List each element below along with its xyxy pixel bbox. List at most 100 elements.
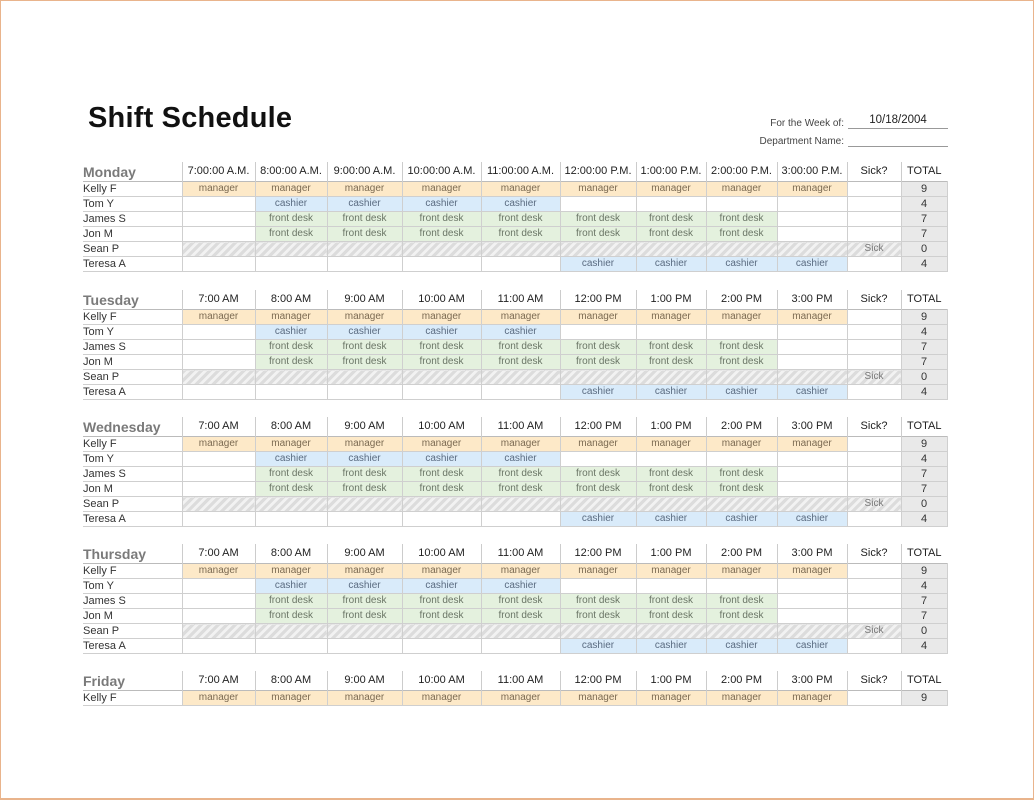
shift-cell[interactable]: [401, 511, 481, 527]
shift-cell[interactable]: manager: [254, 690, 327, 706]
shift-cell[interactable]: [776, 241, 847, 257]
shift-cell[interactable]: front desk: [705, 481, 777, 497]
shift-cell[interactable]: manager: [254, 563, 327, 579]
shift-cell[interactable]: [181, 211, 255, 227]
shift-cell[interactable]: [776, 608, 847, 624]
shift-cell[interactable]: cashier: [705, 256, 777, 272]
shift-cell[interactable]: front desk: [559, 481, 636, 497]
shift-cell[interactable]: manager: [559, 563, 636, 579]
shift-cell[interactable]: front desk: [401, 226, 481, 242]
shift-cell[interactable]: manager: [705, 181, 777, 197]
shift-cell[interactable]: cashier: [326, 578, 402, 594]
shift-cell[interactable]: [635, 623, 706, 639]
shift-cell[interactable]: manager: [480, 181, 560, 197]
shift-cell[interactable]: [254, 638, 327, 654]
shift-cell[interactable]: [559, 369, 636, 385]
shift-cell[interactable]: manager: [635, 181, 706, 197]
shift-cell[interactable]: [776, 369, 847, 385]
sick-cell[interactable]: [846, 481, 901, 497]
shift-cell[interactable]: [181, 241, 255, 257]
shift-cell[interactable]: front desk: [326, 608, 402, 624]
shift-cell[interactable]: cashier: [254, 451, 327, 467]
shift-cell[interactable]: [635, 578, 706, 594]
shift-cell[interactable]: [401, 256, 481, 272]
sick-cell[interactable]: [846, 384, 901, 400]
shift-cell[interactable]: cashier: [776, 256, 847, 272]
shift-cell[interactable]: [776, 481, 847, 497]
shift-cell[interactable]: manager: [559, 690, 636, 706]
shift-cell[interactable]: front desk: [401, 339, 481, 355]
shift-cell[interactable]: front desk: [401, 481, 481, 497]
shift-cell[interactable]: front desk: [326, 226, 402, 242]
shift-cell[interactable]: cashier: [326, 196, 402, 212]
sick-cell[interactable]: Sick: [846, 623, 901, 639]
shift-cell[interactable]: manager: [776, 181, 847, 197]
shift-cell[interactable]: front desk: [559, 608, 636, 624]
shift-cell[interactable]: front desk: [635, 354, 706, 370]
shift-cell[interactable]: front desk: [401, 466, 481, 482]
shift-cell[interactable]: [480, 384, 560, 400]
shift-cell[interactable]: [559, 623, 636, 639]
shift-cell[interactable]: manager: [181, 309, 255, 325]
shift-cell[interactable]: front desk: [635, 211, 706, 227]
shift-cell[interactable]: [181, 354, 255, 370]
shift-cell[interactable]: front desk: [705, 608, 777, 624]
shift-cell[interactable]: manager: [705, 309, 777, 325]
shift-cell[interactable]: cashier: [326, 451, 402, 467]
sick-cell[interactable]: [846, 638, 901, 654]
shift-cell[interactable]: [480, 496, 560, 512]
shift-cell[interactable]: [635, 451, 706, 467]
shift-cell[interactable]: manager: [559, 181, 636, 197]
week-field[interactable]: 10/18/2004: [848, 113, 948, 129]
shift-cell[interactable]: manager: [480, 690, 560, 706]
shift-cell[interactable]: front desk: [635, 593, 706, 609]
shift-cell[interactable]: manager: [401, 309, 481, 325]
shift-cell[interactable]: manager: [181, 563, 255, 579]
shift-cell[interactable]: [480, 241, 560, 257]
shift-cell[interactable]: cashier: [401, 578, 481, 594]
shift-cell[interactable]: [480, 369, 560, 385]
sick-cell[interactable]: [846, 690, 901, 706]
shift-cell[interactable]: manager: [635, 309, 706, 325]
shift-cell[interactable]: cashier: [705, 638, 777, 654]
shift-cell[interactable]: [705, 369, 777, 385]
sick-cell[interactable]: [846, 309, 901, 325]
shift-cell[interactable]: manager: [705, 436, 777, 452]
shift-cell[interactable]: front desk: [635, 608, 706, 624]
shift-cell[interactable]: [326, 256, 402, 272]
shift-cell[interactable]: [181, 496, 255, 512]
shift-cell[interactable]: [559, 496, 636, 512]
shift-cell[interactable]: [181, 623, 255, 639]
sick-cell[interactable]: [846, 256, 901, 272]
shift-cell[interactable]: [705, 324, 777, 340]
sick-cell[interactable]: [846, 226, 901, 242]
shift-cell[interactable]: manager: [480, 309, 560, 325]
shift-cell[interactable]: [326, 511, 402, 527]
shift-cell[interactable]: cashier: [635, 511, 706, 527]
shift-cell[interactable]: [181, 511, 255, 527]
shift-cell[interactable]: manager: [401, 436, 481, 452]
shift-cell[interactable]: cashier: [254, 196, 327, 212]
shift-cell[interactable]: cashier: [401, 451, 481, 467]
shift-cell[interactable]: [705, 241, 777, 257]
shift-cell[interactable]: [776, 593, 847, 609]
shift-cell[interactable]: [326, 638, 402, 654]
shift-cell[interactable]: [326, 384, 402, 400]
shift-cell[interactable]: front desk: [559, 593, 636, 609]
shift-cell[interactable]: cashier: [480, 196, 560, 212]
shift-cell[interactable]: front desk: [480, 593, 560, 609]
shift-cell[interactable]: front desk: [635, 466, 706, 482]
shift-cell[interactable]: cashier: [635, 384, 706, 400]
shift-cell[interactable]: cashier: [401, 324, 481, 340]
shift-cell[interactable]: [254, 256, 327, 272]
shift-cell[interactable]: [776, 211, 847, 227]
shift-cell[interactable]: cashier: [635, 638, 706, 654]
shift-cell[interactable]: [705, 196, 777, 212]
shift-cell[interactable]: manager: [326, 181, 402, 197]
shift-cell[interactable]: front desk: [480, 608, 560, 624]
shift-cell[interactable]: [326, 496, 402, 512]
shift-cell[interactable]: front desk: [635, 339, 706, 355]
shift-cell[interactable]: manager: [559, 309, 636, 325]
shift-cell[interactable]: [181, 324, 255, 340]
shift-cell[interactable]: [559, 241, 636, 257]
